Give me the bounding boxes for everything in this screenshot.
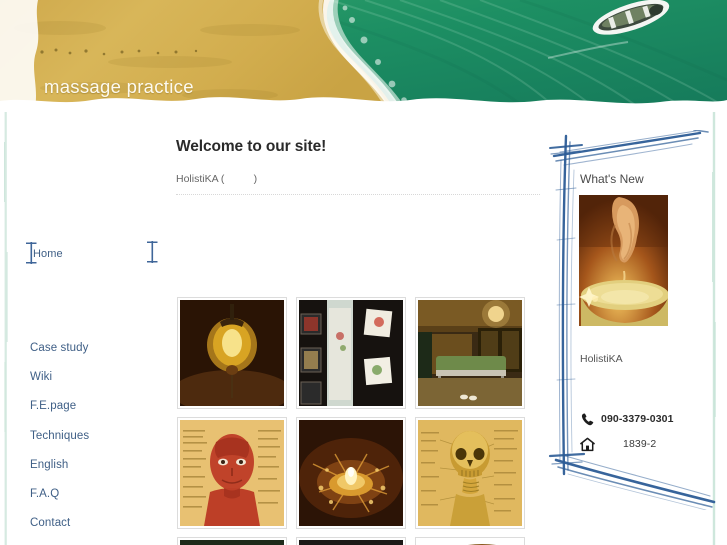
intro-text: HolistiKA ( ) <box>176 173 258 185</box>
gallery-thumbnail[interactable] <box>177 537 287 545</box>
home-icon <box>580 437 595 452</box>
sidebar-item-techniques[interactable]: Techniques <box>0 422 170 451</box>
sidebar-item-fe-page[interactable]: F.E.page <box>0 392 170 421</box>
sidebar-link-english[interactable]: English <box>0 451 170 480</box>
sidebar-brand-name: HolistiKA <box>580 353 623 365</box>
right-sidebar: What's New HolistiKA 090-3379-0301 1839-… <box>548 129 718 511</box>
phone-number: 090-3379-0301 <box>601 413 674 425</box>
page-title: Welcome to our site! <box>176 138 327 155</box>
sidebar-link-techniques[interactable]: Techniques <box>0 422 170 451</box>
sidebar-item-faq[interactable]: F.A.Q <box>0 480 170 509</box>
contact-phone-row: 090-3379-0301 <box>580 411 674 427</box>
sidebar-item-english[interactable]: English <box>0 451 170 480</box>
gallery-thumbnail[interactable] <box>415 297 525 409</box>
gallery-thumbnail[interactable] <box>177 417 287 529</box>
site-title: massage practice <box>44 76 194 97</box>
gallery-thumbnail[interactable] <box>296 417 406 529</box>
sidebar-item-wiki[interactable]: Wiki <box>0 363 170 392</box>
sidebar-link-fe-page[interactable]: F.E.page <box>0 392 170 421</box>
main-content: Welcome to our site! HolistiKA ( ) <box>176 138 540 196</box>
sidebar-link-wiki[interactable]: Wiki <box>0 363 170 392</box>
sidebar-navigation: Home Case study Wiki F.E.page Techniques… <box>0 118 170 545</box>
sidebar-item-contact[interactable]: Contact <box>0 509 170 538</box>
phone-icon <box>580 412 595 427</box>
gallery-thumbnail[interactable] <box>296 537 406 545</box>
gallery-thumbnail[interactable] <box>415 537 525 545</box>
whats-new-heading: What's New <box>580 172 644 186</box>
address-value: 1839-2 <box>623 438 657 450</box>
sidebar-link-case-study[interactable]: Case study <box>0 334 170 363</box>
photo-gallery <box>177 297 535 545</box>
sidebar-link-contact[interactable]: Contact <box>0 509 170 538</box>
sidebar-item-home[interactable]: Home <box>33 248 63 260</box>
contact-address-row: 1839-2 <box>580 436 656 452</box>
whats-new-image[interactable] <box>579 195 668 326</box>
page-root: massage practice Home Case study Wiki F.… <box>0 0 727 545</box>
sidebar-menu-list: Case study Wiki F.E.page Techniques Engl… <box>0 334 170 538</box>
header-banner: massage practice <box>0 0 727 112</box>
content-divider <box>176 194 540 196</box>
sidebar-item-case-study[interactable]: Case study <box>0 334 170 363</box>
ibeam-marker-secondary-icon <box>146 240 159 264</box>
gallery-thumbnail[interactable] <box>177 297 287 409</box>
gallery-thumbnail[interactable] <box>415 417 525 529</box>
gallery-thumbnail[interactable] <box>296 297 406 409</box>
sidebar-link-faq[interactable]: F.A.Q <box>0 480 170 509</box>
